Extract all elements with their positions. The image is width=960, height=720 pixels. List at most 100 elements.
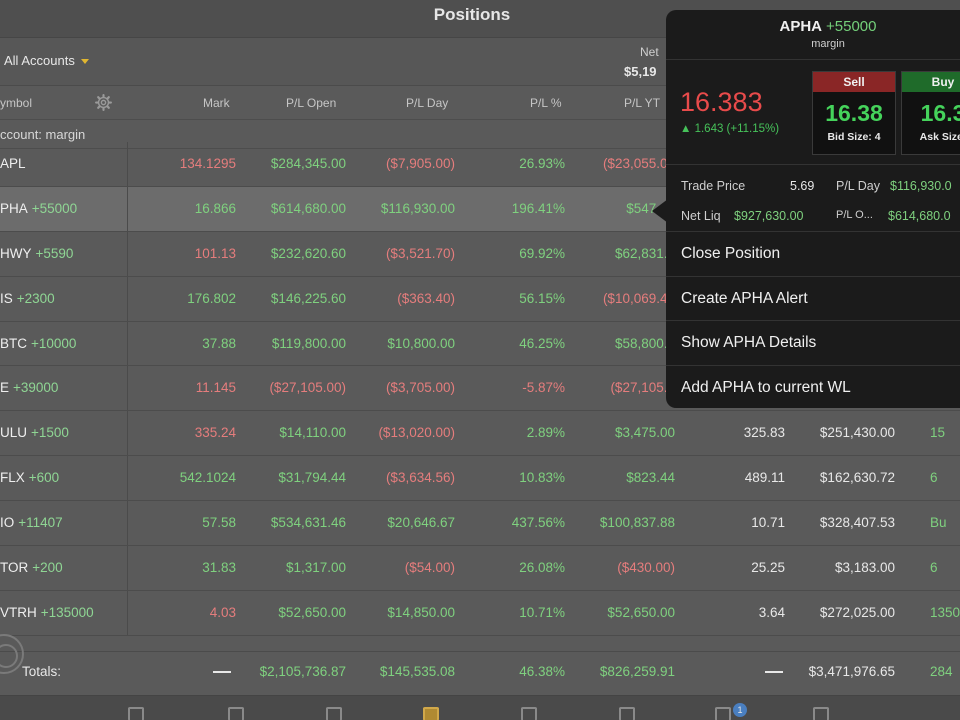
row-quantity: +200 xyxy=(32,560,63,576)
row-extra: 1350 xyxy=(930,604,960,620)
bid-price: 16.38 xyxy=(825,100,883,126)
popover-menu: Close Position Create APHA Alert Show AP… xyxy=(666,232,960,408)
row-quantity: +5590 xyxy=(35,245,74,261)
gear-icon[interactable] xyxy=(95,94,112,111)
col-pl-open[interactable]: P/L Open xyxy=(286,96,336,110)
tab-7-icon[interactable] xyxy=(712,704,734,720)
row-symbol: HWY +5590 xyxy=(0,246,73,261)
totals-pl-ytd: $826,259.91 xyxy=(599,664,675,679)
row-symbol-text: E xyxy=(0,380,10,396)
menu-create-alert[interactable]: Create APHA Alert xyxy=(666,277,960,322)
row-symbol-text: IO xyxy=(0,515,15,531)
row-net-liq: $162,630.72 xyxy=(819,470,895,486)
row-quantity: +2300 xyxy=(16,290,55,306)
account-selector-label: All Accounts xyxy=(4,53,75,68)
row-symbol: IO +11407 xyxy=(0,515,63,530)
tab-2-icon[interactable] xyxy=(225,704,247,720)
trade-price-label: Trade Price xyxy=(681,179,746,193)
ask-size: Ask Size: xyxy=(919,131,960,143)
col-pl-ytd[interactable]: P/L YT xyxy=(624,96,660,110)
row-pl-ytd: ($23,055.00 xyxy=(602,156,675,171)
popover-qty: +55000 xyxy=(826,18,877,35)
tab-1-icon[interactable] xyxy=(125,704,147,720)
row-quantity: +55000 xyxy=(31,200,78,216)
totals-row: Totals: $2,105,736.87 $145,535.08 46.38%… xyxy=(0,651,960,695)
pl-open-value: $614,680.0 xyxy=(888,209,951,223)
position-popover: APHA +55000 margin 16.383 ▲ 1.643 (+11.15… xyxy=(666,10,960,408)
row-symbol: IS +2300 xyxy=(0,291,55,306)
net-liq-stat-value: $927,630.00 xyxy=(734,209,804,223)
bottom-tab-bar xyxy=(0,695,960,720)
notification-badge: 1 xyxy=(733,703,747,717)
row-symbol-text: FLX xyxy=(0,470,25,486)
row-quantity: +1500 xyxy=(31,425,69,441)
table-row[interactable]: ULU +1500 335.24 $14,110.00 ($13,020.00) 2.89… xyxy=(0,411,960,457)
col-pl-pct[interactable]: P/L % xyxy=(530,96,562,110)
ask-price: 16.3 xyxy=(920,100,960,126)
row-quantity: +39000 xyxy=(13,380,59,396)
col-pl-day[interactable]: P/L Day xyxy=(406,96,448,110)
popover-header: APHA +55000 margin xyxy=(666,10,960,60)
table-row[interactable]: IO +11407 57.58 $534,631.46 $20,646.67 437.56… xyxy=(0,501,960,547)
row-symbol: VTRH +135000 xyxy=(0,605,94,620)
row-quantity: +11407 xyxy=(18,515,63,531)
last-price: 16.383 xyxy=(680,87,763,117)
pl-day-value: $116,930.0 xyxy=(890,179,952,193)
price-change: ▲ 1.643 (+11.15%) xyxy=(680,123,780,135)
col-symbol[interactable]: ymbol xyxy=(0,96,32,110)
row-symbol-text: VTRH xyxy=(0,604,37,620)
row-extra: 6 xyxy=(930,470,938,486)
row-symbol-text: TOR xyxy=(0,560,29,576)
row-symbol: PHA +55000 xyxy=(0,201,77,216)
row-extra: 15 xyxy=(930,425,946,441)
totals-extra: 284 xyxy=(930,664,953,679)
sell-label: Sell xyxy=(813,72,895,92)
account-selector[interactable]: All Accounts xyxy=(4,53,89,68)
menu-show-details[interactable]: Show APHA Details xyxy=(666,321,960,366)
tab-5-icon[interactable] xyxy=(518,704,540,720)
row-symbol-text: ULU xyxy=(0,425,28,441)
row-net-liq: $328,407.53 xyxy=(819,515,895,531)
row-net-liq: $3,183.00 xyxy=(834,560,895,576)
menu-add-to-watchlist[interactable]: Add APHA to current WL xyxy=(666,366,960,408)
row-symbol-text: PHA xyxy=(0,200,28,216)
popover-account: margin xyxy=(811,38,845,50)
row-symbol: E +39000 xyxy=(0,380,58,395)
buy-button[interactable]: Buy 16.3 Ask Size: xyxy=(901,71,960,155)
row-symbol-text: HWY xyxy=(0,245,32,261)
row-net-liq: $272,025.00 xyxy=(819,604,895,620)
totals-label: Totals: xyxy=(22,664,62,679)
row-pl-ytd: ($10,069.40 xyxy=(602,290,675,306)
account-group-label: ccount: margin xyxy=(0,127,86,142)
tab-8-icon[interactable] xyxy=(810,704,832,720)
popover-symbol: APHA +55000 xyxy=(666,18,960,35)
net-liq-label: Net xyxy=(640,45,659,59)
table-row[interactable]: TOR +200 31.83 $1,317.00 ($54.00) 26.08% ($430… xyxy=(0,546,960,591)
row-extra: 6 xyxy=(930,560,938,576)
row-pl-ytd: $62,831.6 xyxy=(614,245,675,261)
col-mark[interactable]: Mark xyxy=(203,96,230,110)
row-quantity: +600 xyxy=(28,470,60,486)
menu-close-position[interactable]: Close Position xyxy=(666,232,960,277)
tab-6-icon[interactable] xyxy=(616,704,638,720)
row-symbol: FLX +600 xyxy=(0,470,59,485)
buy-label: Buy xyxy=(902,72,960,92)
row-quantity: +10000 xyxy=(31,335,77,351)
sell-button[interactable]: Sell 16.38 Bid Size: 4 xyxy=(812,71,896,155)
table-row[interactable]: FLX +600 542.1024 $31,794.44 ($3,634.56) 10.8… xyxy=(0,456,960,502)
trade-price-value: 5.69 xyxy=(790,179,815,193)
row-symbol: APL xyxy=(0,156,30,171)
totals-value: $3,471,976.65 xyxy=(808,664,895,679)
caret-down-icon xyxy=(80,58,89,64)
row-pl-ytd: $58,800.0 xyxy=(614,335,675,351)
tab-positions-icon[interactable] xyxy=(420,704,442,720)
popover-symbol-text: APHA xyxy=(779,18,823,35)
tab-3-icon[interactable] xyxy=(323,704,345,720)
table-row[interactable]: VTRH +135000 4.03 $52,650.00 $14,850.00 10.71… xyxy=(0,590,960,636)
row-symbol: ULU +1500 xyxy=(0,425,69,440)
row-symbol: TOR +200 xyxy=(0,560,63,575)
quote-panel: 16.383 ▲ 1.643 (+11.15%) Sell 16.38 Bid … xyxy=(666,61,960,165)
net-liq-stat-label: Net Liq xyxy=(681,209,721,223)
net-liq-value: $5,19 xyxy=(624,64,657,79)
bid-size: Bid Size: 4 xyxy=(827,131,881,143)
